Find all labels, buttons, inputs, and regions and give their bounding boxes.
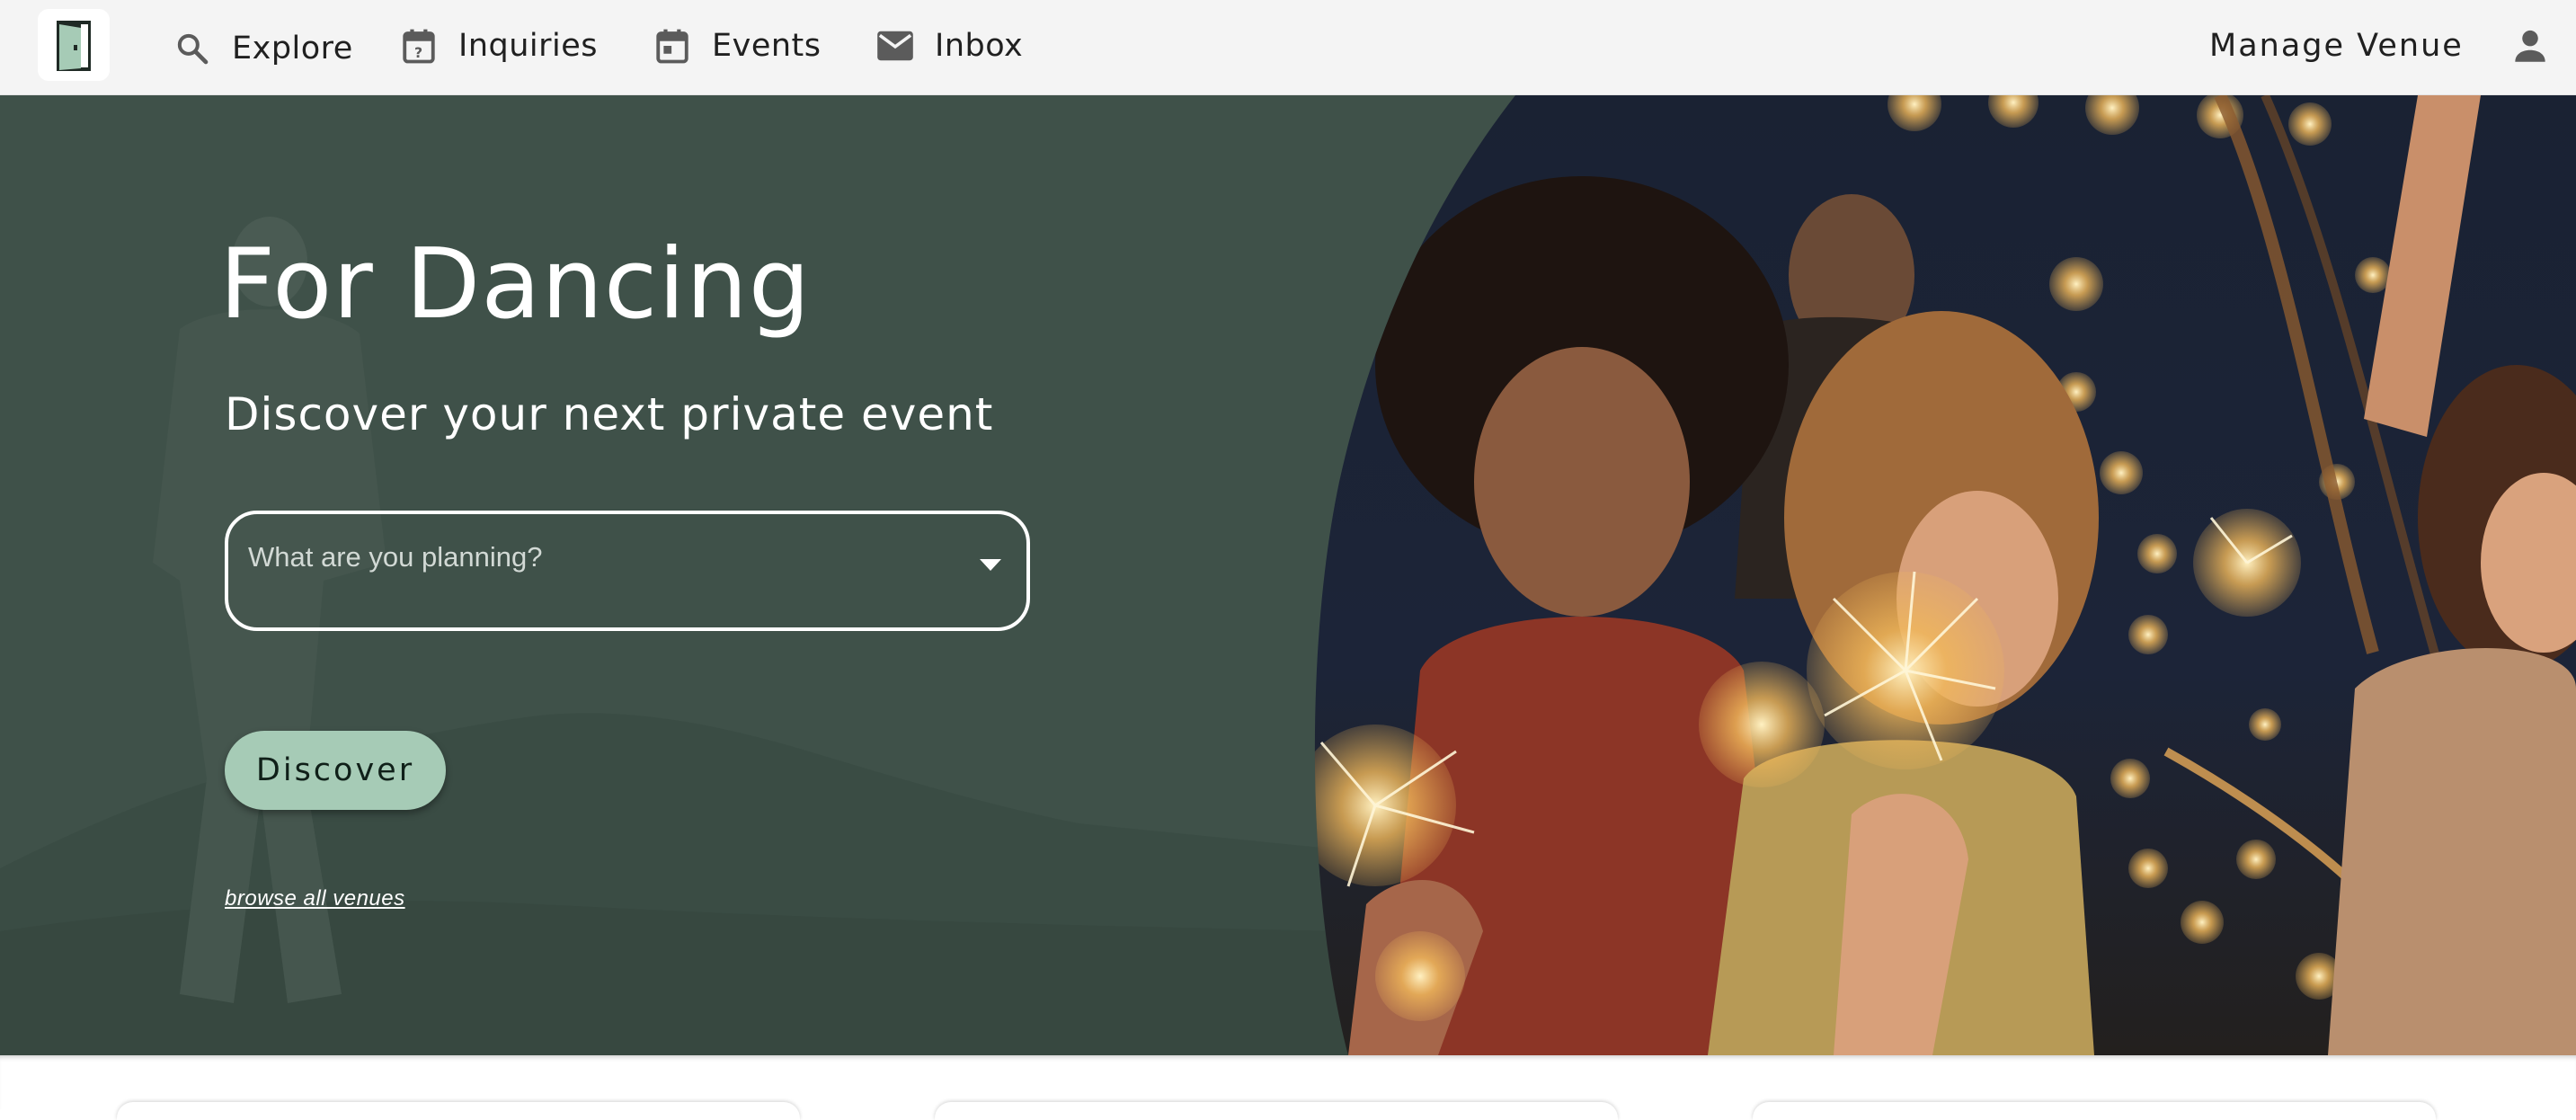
- discover-button[interactable]: Discover: [225, 731, 446, 810]
- nav-inbox[interactable]: Inbox: [874, 22, 1023, 70]
- door-logo-icon: [57, 21, 91, 71]
- content-section: [0, 1055, 2576, 1120]
- venue-card[interactable]: [935, 1102, 1618, 1120]
- nav-inbox-label: Inbox: [935, 28, 1024, 64]
- nav-explore[interactable]: Explore: [171, 24, 353, 73]
- top-navigation-bar: Explore ? Inquiries Events Inbox Manage …: [0, 0, 2576, 95]
- manage-venue-link[interactable]: Manage Venue: [2209, 22, 2464, 70]
- search-icon: [171, 27, 214, 70]
- nav-explore-label: Explore: [232, 31, 353, 67]
- venue-card[interactable]: [1753, 1102, 2436, 1120]
- logo-button[interactable]: [38, 9, 110, 81]
- hero-title: For Dancing: [219, 228, 812, 341]
- nav-events[interactable]: Events: [651, 22, 822, 70]
- nav-inquiries[interactable]: ? Inquiries: [397, 22, 598, 70]
- event-type-placeholder: What are you planning?: [248, 541, 543, 573]
- hero-section: For Dancing Discover your next private e…: [0, 95, 2576, 1055]
- mail-icon: [874, 24, 917, 67]
- event-type-select[interactable]: What are you planning?: [225, 511, 1030, 631]
- calendar-question-icon: ?: [397, 24, 440, 67]
- nav-events-label: Events: [712, 28, 822, 64]
- venue-card[interactable]: [117, 1102, 800, 1120]
- calendar-icon: [651, 24, 694, 67]
- hero-subtitle: Discover your next private event: [225, 388, 994, 440]
- dropdown-arrow-icon: [980, 559, 1001, 571]
- person-icon[interactable]: [2508, 23, 2553, 68]
- browse-all-venues-link[interactable]: browse all venues: [225, 886, 405, 911]
- svg-text:?: ?: [414, 44, 423, 61]
- nav-inquiries-label: Inquiries: [458, 28, 599, 64]
